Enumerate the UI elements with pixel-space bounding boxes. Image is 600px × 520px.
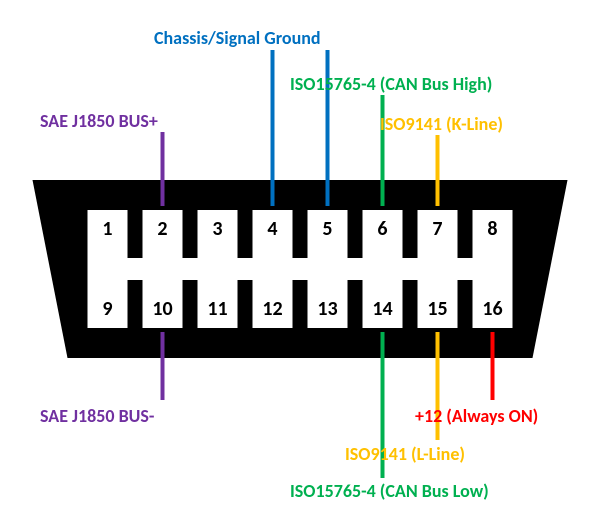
pin-number: 7 [432,217,442,241]
label-j1850-minus: SAE J1850 BUS- [40,405,154,427]
label-chassis-ground: Chassis/Signal Ground [154,27,321,49]
pin-number: 6 [377,217,387,241]
pin-number: 2 [157,217,167,241]
pin-number: 12 [262,297,282,321]
pin-number: 15 [427,297,447,321]
pin-number: 1 [102,217,112,241]
pin-number: 8 [487,217,497,241]
pin-number: 10 [152,297,172,321]
pin-number: 4 [267,217,277,241]
label-power-12: +12 (Always ON) [415,405,538,427]
label-k-line: ISO9141 (K-Line) [380,113,503,135]
pin-number: 5 [322,217,332,241]
pin-number: 13 [317,297,337,321]
pin-number: 11 [207,297,227,321]
pin-number: 9 [102,297,112,321]
label-can-low: ISO15765-4 (CAN Bus Low) [290,480,489,502]
label-can-high: ISO15765-4 (CAN Bus High) [290,73,492,95]
label-l-line: ISO9141 (L-Line) [345,443,465,465]
pin-number: 14 [372,297,392,321]
pin-number: 16 [482,297,502,321]
pin-number: 3 [212,217,222,241]
label-j1850-plus: SAE J1850 BUS+ [40,110,158,132]
